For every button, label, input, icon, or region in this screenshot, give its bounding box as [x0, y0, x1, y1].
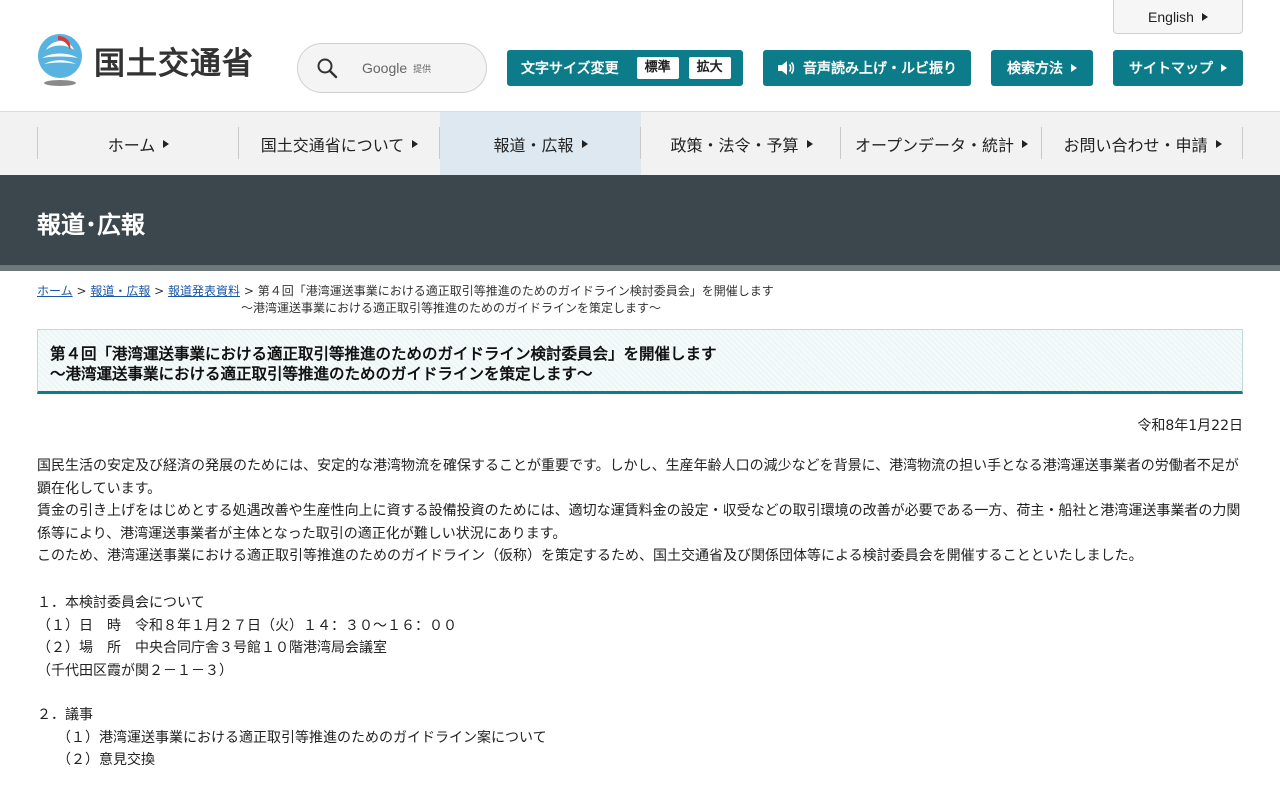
font-size-label: 文字サイズ変更: [521, 61, 619, 77]
article-title-line1: 第４回「港湾運送事業における適正取引等推進のためのガイドライン検討委員会」を開催…: [50, 345, 717, 363]
chevron-right-icon: [806, 139, 813, 148]
site-header: 国土交通省 Google 提供 English 文字サイズ変更 標準 拡大 音声…: [0, 0, 1280, 112]
article-paragraph: このため、港湾運送事業における適正取引等推進のためのガイドライン（仮称）を策定す…: [37, 548, 1143, 564]
article-paragraph: 賃金の引き上げをはじめとする処遇改善や生産性向上に資する設備投資のためには、適切…: [37, 503, 1241, 542]
article-title-box: 第４回「港湾運送事業における適正取引等推進のためのガイドライン検討委員会」を開催…: [37, 329, 1243, 394]
page-title: 報道･広報: [37, 211, 145, 239]
font-size-large-button[interactable]: 拡大: [688, 57, 731, 79]
nav-item-label: お問い合わせ・申請: [1063, 135, 1208, 155]
nav-item-home[interactable]: ホーム: [38, 112, 239, 175]
breadcrumb-separator: >: [150, 284, 169, 298]
google-sublabel: 提供: [413, 64, 432, 75]
chevron-right-icon: [163, 139, 170, 148]
section-committee: １．本検討委員会について （１）日 時 令和８年１月２７日（火）１４：３０～１６…: [37, 592, 1243, 682]
meeting-place: （２）場 所 中央合同庁舎３号館１０階港湾局会議室: [37, 640, 387, 656]
breadcrumb-home-link[interactable]: ホーム: [37, 284, 73, 298]
nav-item-label: 政策・法令・予算: [670, 135, 799, 155]
speaker-icon: [778, 61, 795, 75]
page-title-band: 報道･広報: [0, 175, 1280, 265]
font-size-standard-button[interactable]: 標準: [636, 57, 679, 79]
nav-item-press[interactable]: 報道・広報: [440, 112, 641, 175]
nav-item-label: 国土交通省について: [260, 135, 405, 155]
section-heading: １．本検討委員会について: [37, 595, 205, 611]
search-method-button[interactable]: 検索方法: [991, 50, 1093, 86]
agenda-item: （２）意見交換: [57, 752, 155, 768]
section-agenda: ２．議事 （１）港湾運送事業における適正取引等推進のためのガイドライン案について…: [37, 704, 1243, 772]
nav-item-label: ホーム: [107, 135, 156, 155]
breadcrumb-releases-link[interactable]: 報道発表資料: [168, 284, 240, 298]
article-title-line2: ～港湾運送事業における適正取引等推進のためのガイドラインを策定します～: [50, 365, 593, 383]
logo-text: 国土交通省: [94, 45, 254, 82]
nav-item-opendata[interactable]: オープンデータ・統計: [841, 112, 1042, 175]
nav-item-policy[interactable]: 政策・法令・予算: [641, 112, 842, 175]
publish-date: 令和8年1月22日: [1137, 418, 1243, 434]
title-band-divider: [0, 265, 1280, 271]
voice-ruby-button[interactable]: 音声読み上げ・ルビ振り: [763, 50, 971, 86]
chevron-right-icon: [1022, 139, 1029, 148]
nav-item-contact[interactable]: お問い合わせ・申請: [1042, 112, 1243, 175]
chevron-right-icon: [1201, 12, 1208, 21]
breadcrumb-current: > 第４回「港湾運送事業における適正取引等推進のためのガイドライン検討委員会」を…: [240, 284, 774, 298]
breadcrumb-separator: >: [72, 284, 91, 298]
chevron-right-icon: [581, 139, 588, 148]
sitemap-button[interactable]: サイトマップ: [1113, 50, 1243, 86]
search-icon: [317, 58, 338, 79]
nav-item-about[interactable]: 国土交通省について: [239, 112, 440, 175]
breadcrumb: ホーム > 報道・広報 > 報道発表資料 > 第４回「港湾運送事業における適正取…: [37, 283, 1243, 317]
breadcrumb-current-subtitle: ～港湾運送事業における適正取引等推進のためのガイドラインを策定します～: [241, 301, 662, 315]
article-paragraph: 国民生活の安定及び経済の発展のためには、安定的な港湾物流を確保することが重要です…: [37, 458, 1239, 497]
english-link[interactable]: English: [1113, 0, 1243, 34]
site-search-input[interactable]: Google 提供: [297, 43, 487, 93]
section-heading: ２．議事: [37, 707, 93, 723]
sitemap-label: サイトマップ: [1129, 61, 1213, 77]
google-label: Google: [362, 60, 408, 76]
nav-item-label: 報道・広報: [493, 135, 574, 155]
chevron-right-icon: [1071, 64, 1077, 72]
mlit-logo-icon: [36, 34, 84, 86]
nav-item-label: オープンデータ・統計: [854, 135, 1015, 155]
global-nav: ホーム 国土交通省について 報道・広報 政策・法令・予算 オープンデータ・統計 …: [0, 112, 1280, 175]
meeting-address: （千代田区霞が関２－１－３）: [37, 662, 233, 679]
chevron-right-icon: [1215, 139, 1222, 148]
meeting-datetime: （１）日 時 令和８年１月２７日（火）１４：３０～１６：００: [37, 617, 457, 634]
font-size-control: 文字サイズ変更 標準 拡大: [507, 50, 743, 86]
chevron-right-icon: [412, 139, 419, 148]
breadcrumb-press-link[interactable]: 報道・広報: [90, 284, 150, 298]
nav-divider: [1242, 127, 1243, 159]
chevron-right-icon: [1221, 64, 1227, 72]
site-logo[interactable]: 国土交通省: [36, 34, 254, 86]
voice-label: 音声読み上げ・ルビ振り: [803, 61, 957, 77]
search-method-label: 検索方法: [1007, 61, 1063, 77]
agenda-item: （１）港湾運送事業における適正取引等推進のためのガイドライン案について: [57, 729, 547, 746]
article-body: 国民生活の安定及び経済の発展のためには、安定的な港湾物流を確保することが重要です…: [37, 455, 1247, 568]
english-label: English: [1148, 8, 1194, 25]
